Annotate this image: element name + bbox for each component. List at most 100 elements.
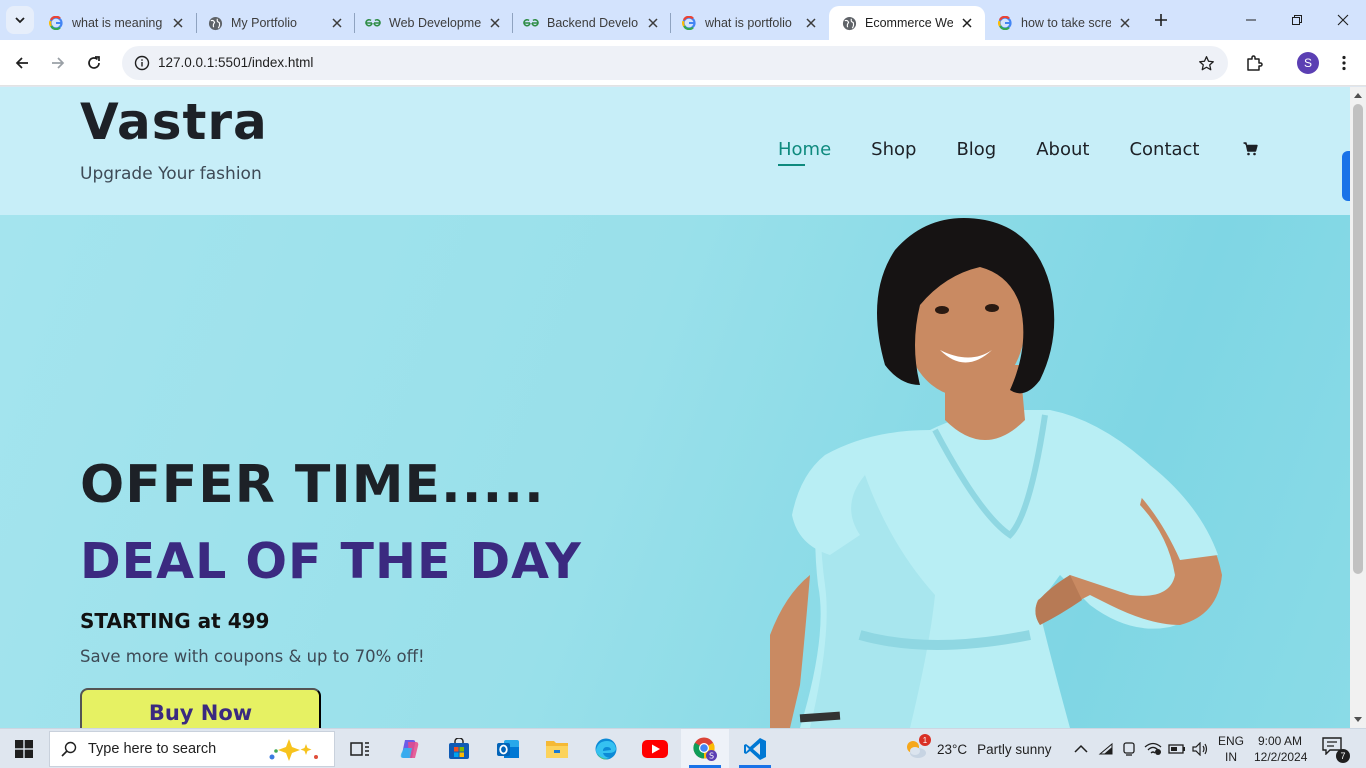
main-nav: Home Shop Blog About Contact [778,139,1259,166]
taskbar-search-box[interactable]: Type here to search [49,731,335,767]
nav-link-about[interactable]: About [1036,139,1089,164]
scroll-down-arrow-icon[interactable] [1350,712,1366,728]
youtube-app[interactable] [631,729,679,768]
close-icon[interactable] [959,15,975,31]
browser-tab[interactable]: My Portfolio [195,6,355,40]
kebab-menu-icon [1342,55,1346,71]
chevron-down-icon [15,17,25,24]
file-explorer-app[interactable] [533,729,581,768]
notification-count: 7 [1336,749,1350,763]
battery-icon[interactable] [1167,739,1187,759]
task-view-icon [350,742,369,756]
minimize-button[interactable] [1228,0,1274,40]
browser-tab[interactable]: Web Developme [353,6,513,40]
scroll-up-arrow-icon[interactable] [1350,87,1366,103]
close-icon[interactable] [645,15,661,31]
site-header: Vastra Upgrade Your fashion Home Shop Bl… [0,87,1350,215]
scrollbar-thumb[interactable] [1353,104,1363,574]
close-icon[interactable] [803,15,819,31]
outlook-app[interactable] [484,729,532,768]
notification-center-button[interactable]: 7 [1322,737,1350,763]
cart-icon[interactable] [1241,140,1259,158]
search-placeholder: Type here to search [88,741,217,757]
browser-tab-strip: what is meaning My Portfolio Web Develop… [0,0,1366,40]
buy-now-button[interactable]: Buy Now [80,688,321,728]
wifi-icon[interactable] [1096,739,1116,759]
hero-price-line: STARTING at 499 [80,609,270,633]
close-icon [1337,14,1349,26]
brand-tagline: Upgrade Your fashion [80,164,262,184]
window-close-button[interactable] [1320,0,1366,40]
chrome-icon: S [693,737,717,761]
browser-tab[interactable]: what is portfolio [669,6,829,40]
back-button[interactable] [8,49,36,77]
hero-heading: OFFER TIME..... [80,455,545,515]
region-code: IN [1225,750,1237,764]
browser-tab[interactable]: Backend Develo [511,6,671,40]
browser-tab[interactable]: how to take scre [985,6,1143,40]
tab-title: Backend Develo [547,16,639,30]
model-photo [770,218,1222,728]
bookmark-star-icon[interactable] [1196,53,1216,73]
vscode-app[interactable] [731,729,779,768]
nav-link-contact[interactable]: Contact [1129,139,1199,164]
weather-widget[interactable]: 1 23°C Partly sunny [903,734,1052,763]
close-icon[interactable] [487,15,503,31]
clock[interactable]: 9:00 AM 12/2/2024 [1254,733,1308,765]
browser-toolbar: 127.0.0.1:5501/index.html S [0,40,1366,86]
tab-title: what is meaning [72,16,163,30]
address-bar[interactable]: 127.0.0.1:5501/index.html [122,46,1228,80]
svg-text:S: S [709,752,714,761]
profile-avatar[interactable]: S [1297,52,1319,74]
close-icon[interactable] [1117,15,1133,31]
tab-title: how to take scre [1021,16,1111,30]
globe-icon [207,15,223,31]
youtube-icon [642,740,668,758]
nav-link-shop[interactable]: Shop [871,139,916,164]
task-view-button[interactable] [336,729,384,768]
copilot-app[interactable] [386,729,434,768]
tab-title: what is portfolio [705,16,792,30]
side-panel-tab[interactable] [1342,151,1350,201]
close-icon[interactable] [170,15,186,31]
search-icon [50,741,88,757]
tab-search-button[interactable] [6,6,34,34]
forward-button[interactable] [44,49,72,77]
reload-button[interactable] [80,49,108,77]
arrow-right-icon [52,57,65,69]
url-text[interactable]: 127.0.0.1:5501/index.html [158,55,313,70]
menu-button[interactable] [1330,49,1358,77]
windows-taskbar: Type here to search S 1 23°C Partly sunn… [0,728,1366,768]
clock-date: 12/2/2024 [1254,750,1308,764]
language-indicator[interactable]: ENG IN [1216,733,1246,765]
page-scrollbar[interactable] [1350,87,1366,728]
volume-icon[interactable] [1191,739,1211,759]
sparkle-icon [269,739,318,761]
new-tab-button[interactable] [1149,8,1173,32]
nav-link-home[interactable]: Home [778,139,831,166]
page-viewport: Vastra Upgrade Your fashion Home Shop Bl… [0,87,1350,728]
info-icon[interactable] [130,51,154,75]
outlook-icon [497,740,519,758]
store-app[interactable] [435,729,483,768]
network-icon[interactable] [1143,739,1163,759]
weather-condition: Partly sunny [977,741,1052,757]
brand-logo[interactable]: Vastra [80,93,268,151]
reload-icon [88,56,100,69]
nav-link-blog[interactable]: Blog [956,139,996,164]
meet-now-icon[interactable] [1119,739,1139,759]
chevron-up-icon[interactable] [1071,739,1091,759]
restore-icon [1292,15,1302,25]
hero-section: OFFER TIME..... DEAL OF THE DAY STARTING… [0,215,1350,728]
edge-app[interactable] [582,729,630,768]
globe-icon [841,15,857,31]
extensions-button[interactable] [1240,49,1268,77]
browser-tab[interactable]: what is meaning [36,6,196,40]
clock-time: 9:00 AM [1257,734,1303,748]
geeksforgeeks-icon [365,15,381,31]
start-button[interactable] [0,729,48,768]
browser-tab-active[interactable]: Ecommerce Wel [829,6,985,40]
restore-button[interactable] [1274,0,1320,40]
close-icon[interactable] [329,15,345,31]
chrome-app[interactable]: S [681,729,729,768]
